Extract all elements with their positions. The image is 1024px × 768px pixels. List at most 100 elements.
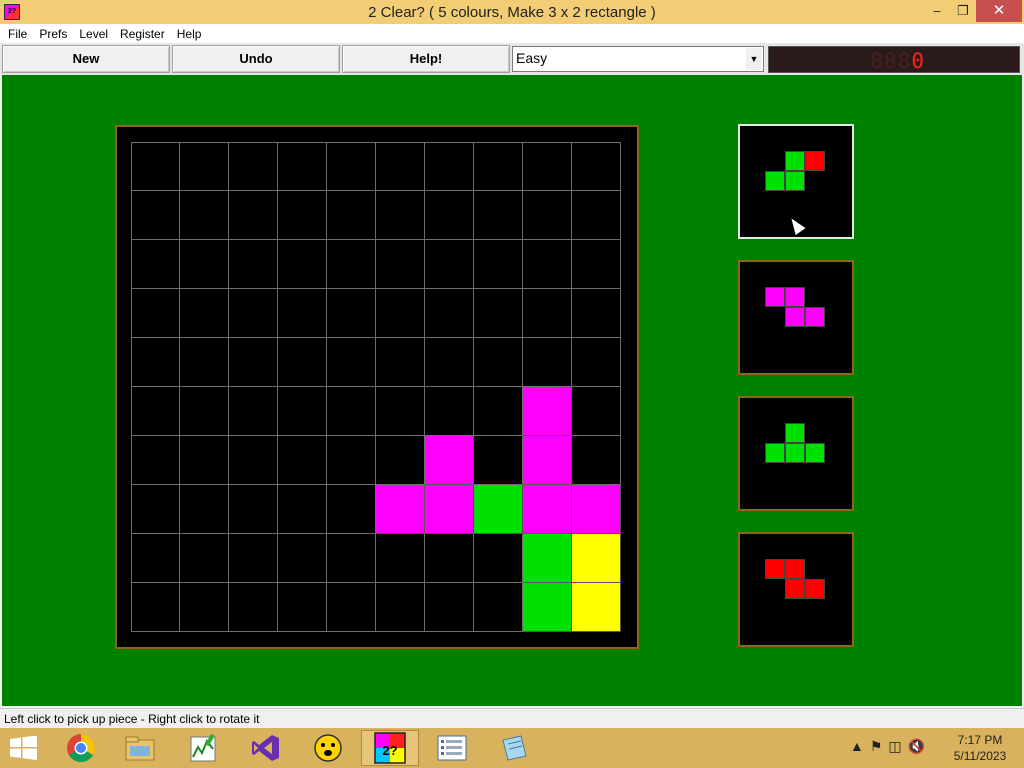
smiley-app-icon[interactable]	[299, 730, 357, 766]
board-cell-magenta[interactable]	[523, 485, 572, 534]
network-icon[interactable]: ◫	[888, 738, 901, 755]
board-cell-empty[interactable]	[376, 142, 425, 191]
board-cell-empty[interactable]	[229, 289, 278, 338]
menu-file[interactable]: File	[2, 27, 33, 41]
board-cell-empty[interactable]	[376, 534, 425, 583]
undo-button[interactable]: Undo	[172, 45, 340, 73]
board-cell-empty[interactable]	[425, 387, 474, 436]
new-button[interactable]: New	[2, 45, 170, 73]
board-cell-magenta[interactable]	[376, 485, 425, 534]
board-cell-magenta[interactable]	[425, 485, 474, 534]
board-cell-empty[interactable]	[278, 142, 327, 191]
board-cell-empty[interactable]	[278, 534, 327, 583]
chevron-down-icon[interactable]: ▼	[746, 48, 762, 70]
board-cell-empty[interactable]	[425, 534, 474, 583]
board-cell-empty[interactable]	[376, 583, 425, 632]
board-cell-empty[interactable]	[327, 142, 376, 191]
board-cell-empty[interactable]	[229, 436, 278, 485]
board-cell-empty[interactable]	[229, 387, 278, 436]
board-cell-empty[interactable]	[229, 240, 278, 289]
board-cell-empty[interactable]	[278, 338, 327, 387]
board-cell-empty[interactable]	[376, 338, 425, 387]
board-cell-yellow[interactable]	[572, 583, 621, 632]
board-cell-empty[interactable]	[180, 583, 229, 632]
board-cell-yellow[interactable]	[572, 534, 621, 583]
board-cell-empty[interactable]	[229, 485, 278, 534]
piece-4-slot[interactable]	[738, 532, 854, 647]
board-cell-empty[interactable]	[180, 191, 229, 240]
board-cell-empty[interactable]	[278, 191, 327, 240]
volume-muted-icon[interactable]: 🔇	[908, 738, 925, 755]
close-button[interactable]: ✕	[976, 0, 1022, 22]
menu-register[interactable]: Register	[114, 27, 171, 41]
list-app-icon[interactable]	[423, 730, 481, 766]
board-cell-empty[interactable]	[572, 436, 621, 485]
chrome-icon[interactable]	[52, 730, 110, 766]
board-cell-empty[interactable]	[523, 142, 572, 191]
board-cell-empty[interactable]	[572, 142, 621, 191]
board-cell-empty[interactable]	[327, 436, 376, 485]
board-cell-empty[interactable]	[425, 338, 474, 387]
board-cell-empty[interactable]	[278, 387, 327, 436]
board-cell-empty[interactable]	[572, 289, 621, 338]
board-cell-empty[interactable]	[131, 436, 180, 485]
2clear-app-icon[interactable]: 2?	[361, 730, 419, 766]
board-cell-empty[interactable]	[474, 240, 523, 289]
board-cell-empty[interactable]	[229, 142, 278, 191]
chevron-up-icon[interactable]: ▲	[850, 738, 864, 755]
board-cell-green[interactable]	[474, 485, 523, 534]
board-cell-magenta[interactable]	[425, 436, 474, 485]
board-cell-empty[interactable]	[180, 436, 229, 485]
board-cell-green[interactable]	[523, 534, 572, 583]
board-cell-empty[interactable]	[474, 436, 523, 485]
board-cell-empty[interactable]	[425, 191, 474, 240]
menu-prefs[interactable]: Prefs	[33, 27, 73, 41]
board-cell-empty[interactable]	[572, 191, 621, 240]
board-cell-empty[interactable]	[131, 534, 180, 583]
board-cell-empty[interactable]	[180, 142, 229, 191]
board-cell-empty[interactable]	[376, 436, 425, 485]
board-cell-empty[interactable]	[425, 142, 474, 191]
board-cell-empty[interactable]	[278, 289, 327, 338]
board-cell-empty[interactable]	[474, 338, 523, 387]
board-cell-empty[interactable]	[572, 387, 621, 436]
board-cell-empty[interactable]	[278, 583, 327, 632]
flag-icon[interactable]: ⚑	[870, 738, 883, 755]
board-cell-magenta[interactable]	[572, 485, 621, 534]
board-cell-empty[interactable]	[229, 338, 278, 387]
board-cell-empty[interactable]	[327, 338, 376, 387]
board-cell-empty[interactable]	[131, 142, 180, 191]
board-cell-empty[interactable]	[327, 534, 376, 583]
board-cell-empty[interactable]	[131, 485, 180, 534]
board-cell-empty[interactable]	[180, 240, 229, 289]
board-cell-empty[interactable]	[229, 583, 278, 632]
piece-2-slot[interactable]	[738, 260, 854, 375]
board-cell-empty[interactable]	[229, 534, 278, 583]
board-cell-empty[interactable]	[278, 240, 327, 289]
board-cell-empty[interactable]	[327, 485, 376, 534]
board-cell-empty[interactable]	[131, 583, 180, 632]
menu-help[interactable]: Help	[171, 27, 208, 41]
board-cell-empty[interactable]	[131, 289, 180, 338]
menu-level[interactable]: Level	[73, 27, 114, 41]
board-cell-empty[interactable]	[327, 583, 376, 632]
board-cell-empty[interactable]	[278, 485, 327, 534]
chart-app-icon[interactable]	[174, 730, 232, 766]
file-explorer-icon[interactable]	[111, 730, 169, 766]
board-cell-empty[interactable]	[131, 191, 180, 240]
board-cell-empty[interactable]	[572, 240, 621, 289]
board-cell-empty[interactable]	[131, 240, 180, 289]
board-cell-empty[interactable]	[327, 387, 376, 436]
board-cell-empty[interactable]	[523, 240, 572, 289]
game-board[interactable]	[115, 125, 639, 649]
board-cell-empty[interactable]	[474, 191, 523, 240]
board-cell-empty[interactable]	[425, 583, 474, 632]
board-cell-empty[interactable]	[425, 240, 474, 289]
board-cell-empty[interactable]	[278, 436, 327, 485]
board-cell-empty[interactable]	[376, 240, 425, 289]
board-cell-empty[interactable]	[376, 387, 425, 436]
board-cell-empty[interactable]	[180, 387, 229, 436]
board-cell-empty[interactable]	[131, 387, 180, 436]
board-cell-empty[interactable]	[523, 289, 572, 338]
clock[interactable]: 7:17 PM 5/11/2023	[945, 732, 1015, 764]
